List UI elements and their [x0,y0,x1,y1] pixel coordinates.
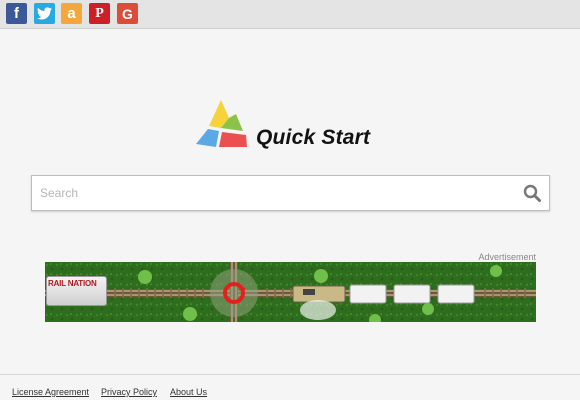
logo-triangle-icon [196,100,247,147]
amazon-icon[interactable]: a [61,3,82,24]
about-us-link[interactable]: About Us [170,387,207,397]
license-agreement-link[interactable]: License Agreement [12,387,89,397]
amazon-glyph: a [67,5,76,22]
advertisement-banner[interactable]: RAIL NATION [45,262,536,322]
google-glyph: G [122,5,133,22]
rail-game-scene [45,262,536,322]
footer: License Agreement Privacy Policy About U… [0,374,580,400]
facebook-glyph: f [14,5,19,22]
facebook-icon[interactable]: f [6,3,27,24]
quick-start-logo: Quick Start [196,100,386,150]
top-bar: f a P G [0,0,580,29]
search-box [31,175,550,211]
brand-name: Quick Start [256,126,371,149]
twitter-bird-shape [37,7,52,20]
pinterest-icon[interactable]: P [89,3,110,24]
twitter-icon[interactable] [34,3,55,24]
search-input[interactable] [32,176,512,210]
google-icon[interactable]: G [117,3,138,24]
search-button[interactable] [519,180,545,206]
advertisement-label: Advertisement [478,252,536,262]
search-icon [523,184,541,202]
privacy-policy-link[interactable]: Privacy Policy [101,387,157,397]
pinterest-glyph: P [95,5,104,21]
rail-nation-logo-text: RAIL NATION [48,279,97,288]
